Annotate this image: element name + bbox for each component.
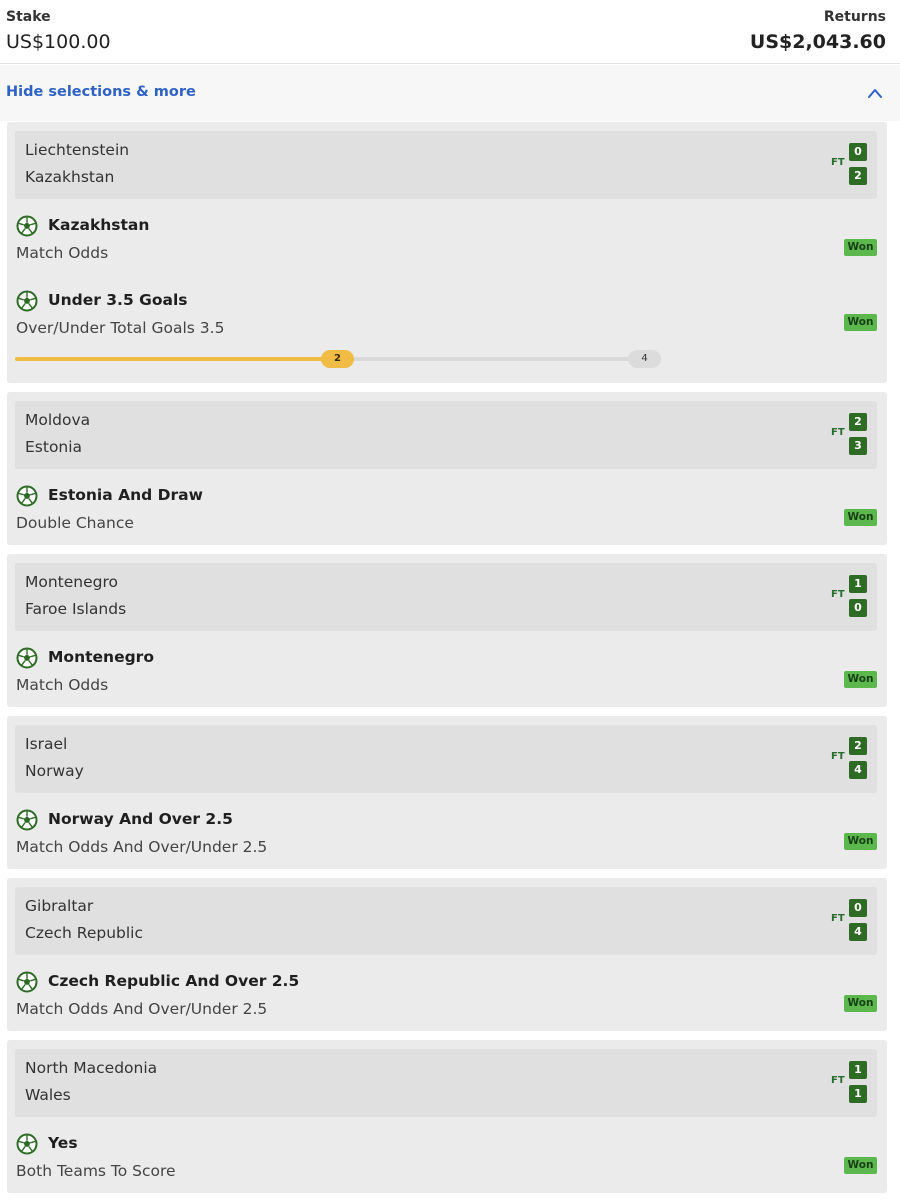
selection-name: Montenegro xyxy=(48,648,154,666)
selection-row: Czech Republic And Over 2.5 Match Odds An… xyxy=(7,971,887,1041)
won-status-badge: Won xyxy=(844,314,877,331)
stake-label: Stake xyxy=(6,9,51,25)
selection-name: Norway And Over 2.5 xyxy=(48,810,233,828)
away-score: 3 xyxy=(849,437,867,455)
home-score: 1 xyxy=(849,575,867,593)
selection-name: Under 3.5 Goals xyxy=(48,291,188,309)
football-icon xyxy=(16,809,38,831)
full-time-label: FT xyxy=(831,589,845,600)
away-score: 4 xyxy=(849,923,867,941)
home-team-name: Moldova xyxy=(25,411,91,429)
away-team-name: Czech Republic xyxy=(25,924,144,942)
home-score: 2 xyxy=(849,413,867,431)
home-score: 1 xyxy=(849,1061,867,1079)
football-icon xyxy=(16,1133,38,1155)
won-status-badge: Won xyxy=(844,239,877,256)
selection-card: Gibraltar Czech Republic FT 0 4 Czech Republi… xyxy=(7,878,887,1031)
won-status-badge: Won xyxy=(844,833,877,850)
selection-row: Norway And Over 2.5 Match Odds And Over/U… xyxy=(7,809,887,879)
selection-card: Moldova Estonia FT 2 3 Estonia And Draw Double… xyxy=(7,392,887,545)
market-name: Over/Under Total Goals 3.5 xyxy=(16,319,225,337)
home-team-name: Liechtenstein xyxy=(25,141,130,159)
away-team-name: Faroe Islands xyxy=(25,600,127,618)
football-icon xyxy=(16,215,38,237)
away-team-name: Kazakhstan xyxy=(25,168,115,186)
stake-value: US$100.00 xyxy=(6,31,111,53)
home-score: 0 xyxy=(849,899,867,917)
won-status-badge: Won xyxy=(844,509,877,526)
home-score: 2 xyxy=(849,737,867,755)
chevron-up-icon[interactable] xyxy=(866,86,884,100)
away-team-name: Estonia xyxy=(25,438,83,456)
match-score-box[interactable]: Montenegro Faroe Islands FT 1 0 xyxy=(15,563,877,631)
selection-card: Israel Norway FT 2 4 Norway And Over 2.5 Match… xyxy=(7,716,887,869)
market-name: Match Odds xyxy=(16,676,109,694)
football-icon xyxy=(16,485,38,507)
home-score: 0 xyxy=(849,143,867,161)
bet-summary-header: Stake US$100.00 Returns US$2,043.60 xyxy=(0,0,900,64)
home-team-name: Gibraltar xyxy=(25,897,94,915)
market-name: Match Odds xyxy=(16,244,109,262)
selection-card: North Macedonia Wales FT 1 1 Yes Both Teams To… xyxy=(7,1040,887,1193)
away-team-name: Wales xyxy=(25,1086,71,1104)
selection-name: Estonia And Draw xyxy=(48,486,203,504)
selection-name: Czech Republic And Over 2.5 xyxy=(48,972,300,990)
returns-value: US$2,043.60 xyxy=(749,31,886,53)
market-name: Double Chance xyxy=(16,514,134,532)
away-team-name: Norway xyxy=(25,762,84,780)
hide-selections-link[interactable]: Hide selections & more xyxy=(6,84,196,100)
goal-line-marker: 4 xyxy=(628,350,661,368)
selection-row: Yes Both Teams To Score Won xyxy=(7,1133,887,1203)
football-icon xyxy=(16,290,38,312)
returns-label: Returns xyxy=(823,9,886,25)
away-score: 2 xyxy=(849,167,867,185)
returns-block: Returns US$2,043.60 xyxy=(750,8,886,54)
selection-name: Yes xyxy=(48,1134,78,1152)
won-status-badge: Won xyxy=(844,995,877,1012)
won-status-badge: Won xyxy=(844,671,877,688)
market-name: Match Odds And Over/Under 2.5 xyxy=(16,838,268,856)
stake-block: Stake US$100.00 xyxy=(6,8,111,54)
selections-toggle-row: Hide selections & more xyxy=(0,65,900,121)
match-score-box[interactable]: Moldova Estonia FT 2 3 xyxy=(15,401,877,469)
selection-row: Montenegro Match Odds Won xyxy=(7,647,887,717)
home-team-name: Israel xyxy=(25,735,68,753)
full-time-label: FT xyxy=(831,157,845,168)
match-score-box[interactable]: Israel Norway FT 2 4 xyxy=(15,725,877,793)
match-score-box[interactable]: North Macedonia Wales FT 1 1 xyxy=(15,1049,877,1117)
full-time-label: FT xyxy=(831,1075,845,1086)
current-goals-marker: 2 xyxy=(321,350,354,368)
market-name: Both Teams To Score xyxy=(16,1162,176,1180)
away-score: 0 xyxy=(849,599,867,617)
match-score-box[interactable]: Liechtenstein Kazakhstan FT 0 2 xyxy=(15,131,877,199)
football-icon xyxy=(16,971,38,993)
full-time-label: FT xyxy=(831,751,845,762)
full-time-label: FT xyxy=(831,913,845,924)
goals-progress-tracker: 24 xyxy=(15,349,665,369)
full-time-label: FT xyxy=(831,427,845,438)
away-score: 4 xyxy=(849,761,867,779)
home-team-name: North Macedonia xyxy=(25,1059,158,1077)
won-status-badge: Won xyxy=(844,1157,877,1174)
away-score: 1 xyxy=(849,1085,867,1103)
match-score-box[interactable]: Gibraltar Czech Republic FT 0 4 xyxy=(15,887,877,955)
market-name: Match Odds And Over/Under 2.5 xyxy=(16,1000,268,1018)
selection-row: Estonia And Draw Double Chance Won xyxy=(7,485,887,555)
home-team-name: Montenegro xyxy=(25,573,119,591)
selection-name: Kazakhstan xyxy=(48,216,150,234)
selection-card: Liechtenstein Kazakhstan FT 0 2 Kazakhstan Mat… xyxy=(7,122,887,383)
football-icon xyxy=(16,647,38,669)
selection-row: Kazakhstan Match Odds Won xyxy=(7,215,887,285)
selection-card: Montenegro Faroe Islands FT 1 0 Montenegro Mat… xyxy=(7,554,887,707)
progress-fill xyxy=(15,357,338,361)
